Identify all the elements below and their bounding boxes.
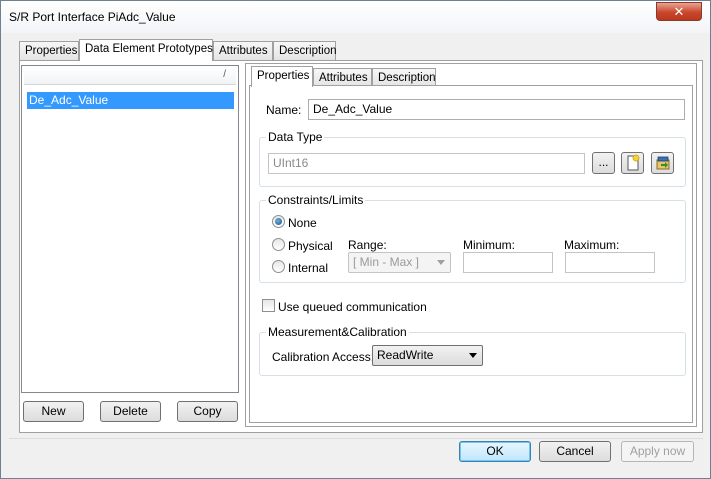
ellipsis-icon: ... — [598, 155, 609, 169]
tab-label: Properties — [257, 70, 310, 82]
name-label: Name: — [266, 103, 302, 117]
range-label: Range: — [348, 238, 387, 252]
window-title: S/R Port Interface PiAdc_Value — [9, 10, 176, 24]
maximum-label: Maximum: — [564, 238, 620, 252]
copy-button-label: Copy — [193, 404, 222, 418]
chevron-down-icon — [469, 353, 477, 358]
apply-now-button-label: Apply now — [629, 444, 686, 458]
name-field-value: De_Adc_Value — [313, 102, 393, 116]
radio-internal[interactable] — [272, 260, 285, 273]
new-button[interactable]: New — [23, 401, 84, 422]
tab-label: Attributes — [319, 72, 368, 84]
cancel-button[interactable]: Cancel — [539, 441, 611, 462]
maximum-field — [565, 252, 655, 273]
delete-button-label: Delete — [113, 404, 148, 418]
tab-description[interactable]: Description — [273, 41, 337, 61]
tab-label: Data Element Prototypes — [85, 43, 213, 55]
data-element-list[interactable]: / De_Adc_Value — [21, 65, 239, 393]
cancel-button-label: Cancel — [556, 444, 594, 458]
chevron-down-icon — [437, 260, 445, 265]
queued-communication-checkbox[interactable] — [262, 299, 275, 312]
close-button[interactable]: ✕ — [656, 2, 702, 21]
new-data-type-button[interactable] — [621, 152, 644, 174]
inner-tab-properties[interactable]: Properties — [251, 66, 313, 87]
new-document-icon — [627, 154, 639, 171]
delete-button[interactable]: Delete — [100, 401, 161, 422]
tab-properties[interactable]: Properties — [19, 41, 79, 61]
constraints-group-title: Constraints/Limits — [266, 193, 366, 207]
data-type-group-title: Data Type — [266, 130, 325, 144]
footer-divider — [9, 438, 703, 439]
data-type-value: UInt16 — [273, 156, 309, 170]
minimum-label: Minimum: — [463, 238, 516, 252]
ok-button[interactable]: OK — [459, 441, 531, 462]
title-bar[interactable]: S/R Port Interface PiAdc_Value ✕ — [1, 1, 710, 33]
close-icon: ✕ — [673, 3, 685, 19]
dialog-client: Properties Data Element Prototypes Attri… — [9, 33, 703, 473]
sort-icon: / — [223, 69, 226, 80]
browse-data-type-button[interactable]: ... — [592, 152, 615, 174]
calibration-access-label: Calibration Access: — [272, 350, 375, 364]
data-type-field: UInt16 — [268, 153, 585, 174]
list-item-label: De_Adc_Value — [29, 93, 109, 107]
range-select: [ Min - Max ] — [348, 252, 451, 273]
name-field[interactable]: De_Adc_Value — [308, 99, 685, 120]
apply-now-button: Apply now — [621, 441, 694, 462]
tab-label: Description — [279, 45, 337, 57]
radio-none-label: None — [288, 216, 317, 230]
minimum-field — [463, 252, 553, 273]
queued-communication-label: Use queued communication — [278, 300, 427, 314]
measurement-group-title: Measurement&Calibration — [266, 325, 409, 339]
radio-physical-label: Physical — [288, 239, 333, 253]
radio-none[interactable] — [272, 215, 285, 228]
tab-data-element-prototypes[interactable]: Data Element Prototypes — [79, 39, 213, 61]
radio-physical[interactable] — [272, 238, 285, 251]
list-item[interactable]: De_Adc_Value — [27, 92, 234, 109]
goto-definition-icon — [656, 156, 669, 170]
range-select-value: [ Min - Max ] — [353, 255, 420, 269]
ok-button-label: OK — [486, 444, 504, 458]
tab-label: Description — [378, 72, 436, 84]
copy-button[interactable]: Copy — [177, 401, 238, 422]
calibration-access-value: ReadWrite — [377, 348, 434, 362]
list-column-header[interactable]: / — [24, 68, 236, 85]
goto-data-type-button[interactable] — [651, 152, 674, 174]
radio-internal-label: Internal — [288, 261, 329, 275]
tab-label: Attributes — [219, 45, 268, 57]
dialog-window: S/R Port Interface PiAdc_Value ✕ Propert… — [0, 0, 711, 479]
tab-attributes[interactable]: Attributes — [213, 41, 273, 61]
tab-label: Properties — [25, 45, 78, 57]
new-button-label: New — [41, 404, 66, 418]
calibration-access-select[interactable]: ReadWrite — [372, 345, 483, 366]
